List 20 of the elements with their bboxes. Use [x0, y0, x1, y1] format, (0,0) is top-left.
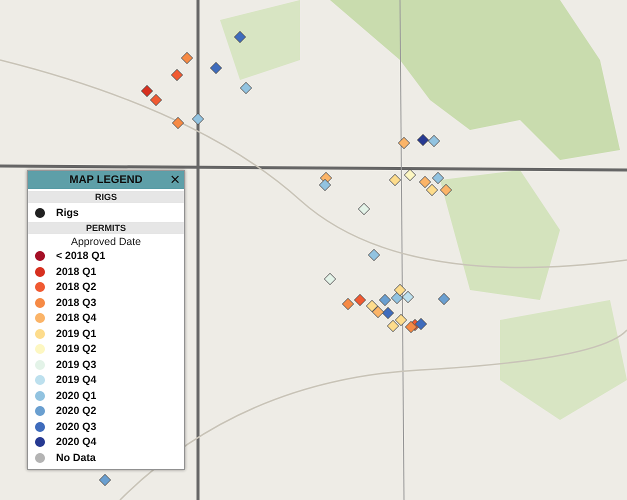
legend-label: < 2018 Q1	[56, 250, 106, 262]
legend-label: 2020 Q2	[56, 405, 96, 418]
legend-label: 2019 Q4	[56, 374, 96, 386]
section-subtitle: Approved Date	[70, 236, 142, 248]
legend-label: 2018 Q3	[56, 296, 96, 309]
legend-label: Rigs	[56, 206, 79, 219]
close-button[interactable]: ×	[168, 171, 182, 189]
legend-label: 2020 Q4	[56, 436, 96, 448]
legend-label: 2019 Q3	[56, 358, 96, 371]
legend-label: 2018 Q4	[56, 312, 96, 324]
legend-label: No Data	[56, 452, 96, 464]
legend-label: 2018 Q2	[56, 281, 96, 294]
section-heading: PERMITS	[28, 222, 184, 234]
legend-label: 2019 Q2	[56, 343, 96, 356]
legend-label: 2018 Q1	[56, 266, 96, 278]
legend-title: MAP LEGEND	[69, 174, 143, 186]
legend-label: 2020 Q3	[56, 420, 96, 433]
legend-label: 2020 Q1	[56, 390, 96, 402]
legend-label: 2019 Q1	[56, 328, 96, 340]
section-heading: RIGS	[28, 191, 184, 203]
